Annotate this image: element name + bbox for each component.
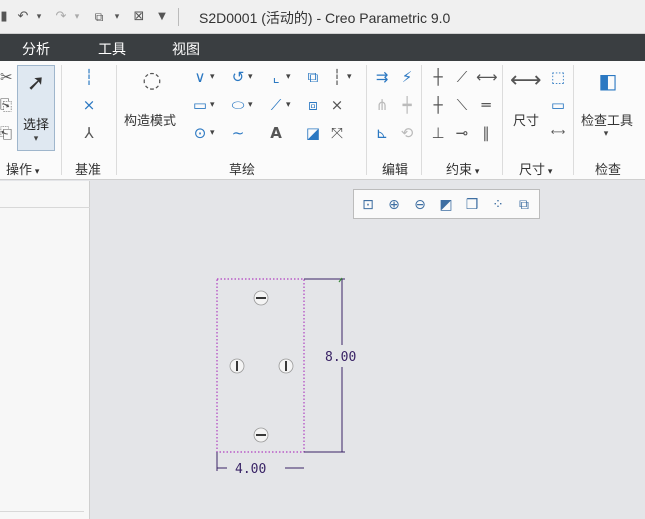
menu-analysis[interactable]: 分析	[22, 39, 50, 59]
regenerate-dropdown-icon[interactable]: ▾	[112, 8, 122, 26]
select-label: 选择	[22, 118, 49, 133]
select-dropdown-icon[interactable]: ▾	[20, 134, 52, 144]
equal-constraint-icon[interactable]: ═	[476, 95, 496, 115]
offset-icon[interactable]: ⧉	[303, 67, 323, 87]
paste-icon[interactable]: ⎗	[0, 123, 12, 143]
group-label-operations-text: 操作	[6, 163, 33, 178]
tangent-constraint-icon[interactable]: ⟋	[452, 67, 472, 87]
horizontal-constraint-icon[interactable]: ┼	[428, 95, 448, 115]
vertical-constraint-symbol[interactable]	[278, 358, 294, 374]
baseline-dimension-icon[interactable]: ▭	[548, 95, 568, 115]
undo-icon[interactable]: ↶	[14, 8, 32, 26]
vertical-constraint-icon[interactable]: ┼	[428, 67, 448, 87]
palette-icon[interactable]: ◪	[303, 123, 323, 143]
ribbon: ✂ ⎘ ⎗ ➚ 选择 ▾ 操作 ▾ ┆ × ⅄ 基准 ◌ 构造模式 ∨ ↺ ⌞ …	[0, 61, 645, 180]
group-separator	[502, 65, 503, 175]
save-icon[interactable]: ▮	[0, 8, 8, 26]
midpoint-constraint-icon[interactable]: ⟍	[452, 95, 472, 115]
reference-dimension-icon[interactable]: ⟷	[548, 123, 568, 143]
inspect-tools-icon[interactable]: ◧	[594, 67, 622, 95]
symmetric-constraint-icon[interactable]: ⟷	[476, 67, 498, 87]
chevron-down-icon: ▾	[545, 167, 553, 177]
close-window-icon[interactable]: ⊠	[130, 8, 148, 26]
copy-icon[interactable]: ⎘	[0, 95, 12, 115]
menu-bar: 分析 工具 视图	[0, 34, 645, 61]
vertical-constraint-symbol[interactable]	[229, 358, 245, 374]
redo-icon[interactable]: ↷	[52, 8, 70, 26]
coordinate-point-icon[interactable]: ⤧	[327, 123, 347, 143]
corner-icon[interactable]: ⊾	[372, 123, 392, 143]
perimeter-dimension-icon[interactable]: ⬚	[548, 67, 568, 87]
horizontal-constraint-symbol[interactable]	[253, 290, 269, 306]
width-dimension-text[interactable]: 4.00	[235, 462, 266, 477]
model-tree-panel	[0, 181, 90, 519]
arc-icon[interactable]: ↺	[228, 67, 253, 87]
group-separator	[421, 65, 422, 175]
perpendicular-constraint-icon[interactable]: ⊥	[428, 123, 448, 143]
delete-segment-icon[interactable]: ⚡	[397, 67, 417, 87]
spline-icon[interactable]: ∼	[228, 123, 248, 143]
chevron-down-icon: ▾	[32, 167, 40, 177]
title-separator	[178, 8, 179, 26]
modify-icon[interactable]: ⇉	[372, 67, 392, 87]
window-title: S2D0001 (活动的) - Creo Parametric 9.0	[199, 10, 451, 26]
panel-footer-divider	[0, 511, 84, 512]
datum-point-icon[interactable]: ×	[79, 95, 99, 115]
ellipse-icon[interactable]: ⬭	[228, 95, 253, 115]
group-separator	[61, 65, 62, 175]
group-label-datum: 基准	[75, 163, 102, 178]
thicken-icon[interactable]: ⧈	[303, 95, 323, 115]
chamfer-icon[interactable]: ⟋	[266, 95, 291, 115]
group-label-dimension[interactable]: 尺寸 ▾	[519, 159, 552, 178]
rotate-resize-icon[interactable]: ⟲	[397, 123, 417, 143]
group-label-constraints[interactable]: 约束 ▾	[446, 159, 479, 178]
chevron-down-icon: ▾	[472, 167, 480, 177]
point-icon[interactable]: ×	[327, 95, 347, 115]
undo-dropdown-icon[interactable]: ▾	[34, 8, 44, 26]
select-arrow-icon: ➚	[26, 71, 46, 96]
coincident-constraint-icon[interactable]: ⊸	[452, 123, 472, 143]
divide-icon[interactable]: ┿	[397, 95, 417, 115]
group-separator	[573, 65, 574, 175]
mirror-icon[interactable]: ⋔	[372, 95, 392, 115]
line-icon[interactable]: ∨	[190, 67, 215, 87]
inspect-tools-dropdown-icon[interactable]: ▾	[600, 129, 612, 139]
circle-icon[interactable]: ⊙	[190, 123, 215, 143]
text-icon[interactable]: A	[266, 123, 286, 143]
coordinate-system-icon[interactable]: ⅄	[79, 123, 99, 143]
group-label-constraints-text: 约束	[446, 163, 473, 178]
centerline-icon[interactable]: ┆	[79, 67, 99, 87]
dimension-button-label[interactable]: 尺寸	[513, 110, 539, 129]
rectangle-icon[interactable]: ▭	[190, 95, 215, 115]
regenerate-icon[interactable]: ⧉	[90, 8, 108, 26]
height-dimension-text[interactable]: 8.00	[325, 350, 356, 365]
horizontal-constraint-symbol[interactable]	[253, 427, 269, 443]
fillet-icon[interactable]: ⌞	[266, 67, 290, 87]
select-button[interactable]: ➚ 选择 ▾	[17, 65, 55, 151]
group-label-dimension-text: 尺寸	[519, 163, 546, 178]
group-label-sketch: 草绘	[229, 163, 256, 178]
construction-mode-icon[interactable]: ◌	[138, 67, 166, 95]
group-label-inspect: 检查	[595, 163, 622, 178]
construction-line-icon[interactable]: ┆	[327, 67, 351, 87]
sketch-canvas[interactable]: 8.00 4.00	[91, 181, 645, 519]
menu-view[interactable]: 视图	[172, 39, 200, 59]
redo-dropdown-icon[interactable]: ▾	[72, 8, 82, 26]
dimension-icon[interactable]: ⟷	[510, 67, 542, 95]
group-separator	[366, 65, 367, 175]
customize-toolbar-icon[interactable]: ▼	[155, 8, 169, 26]
panel-header-divider	[0, 207, 90, 208]
title-bar: ▮ ↶ ▾ ↷ ▾ ⧉ ▾ ⊠ ▼ S2D0001 (活动的) - Creo P…	[0, 0, 645, 34]
group-separator	[116, 65, 117, 175]
menu-tools[interactable]: 工具	[98, 39, 126, 59]
cut-icon[interactable]: ✂	[0, 67, 13, 87]
group-label-edit: 编辑	[382, 163, 409, 178]
construction-mode-label[interactable]: 构造模式	[124, 110, 176, 129]
parallel-constraint-icon[interactable]: ∥	[476, 123, 496, 143]
inspect-tools-label[interactable]: 检查工具	[581, 110, 633, 129]
group-label-operations[interactable]: 操作 ▾	[6, 159, 39, 178]
